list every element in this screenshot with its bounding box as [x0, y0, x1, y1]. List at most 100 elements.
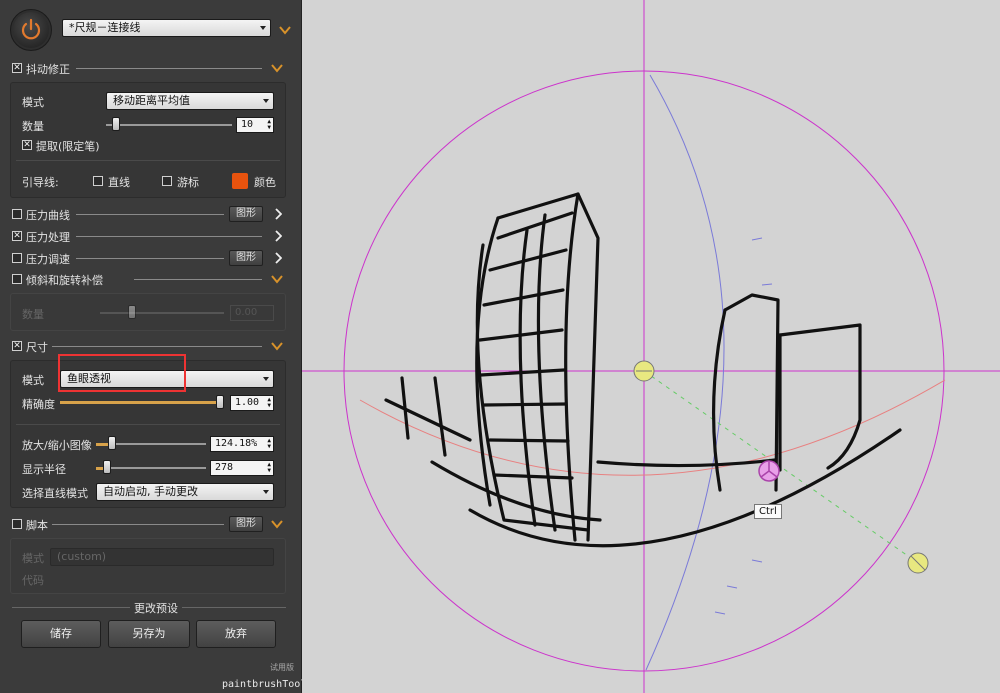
pressure-speed-checkbox[interactable] — [12, 253, 22, 263]
settings-panel: *尺规－连接线 ✕ 抖动修正 模式 移动距离平均值 数量 10 ▲ ▼ ✕ 提取(… — [0, 0, 306, 693]
slider-thumb — [128, 305, 136, 319]
divider — [52, 346, 262, 347]
radius-input[interactable]: 278 ▲ ▼ — [210, 460, 274, 476]
ctrl-tooltip: Ctrl — [754, 504, 782, 519]
chevron-right-icon[interactable] — [274, 230, 282, 242]
pressure-proc-checkbox[interactable]: ✕ — [12, 231, 22, 241]
pressure-curve-title: 压力曲线 — [26, 209, 70, 222]
canvas-drawing — [302, 0, 1000, 693]
stabilizer-mode-value: 移动距离平均值 — [113, 94, 190, 107]
spin-arrows-icon[interactable]: ▲ ▼ — [267, 397, 271, 409]
tilt-amount-slider — [100, 312, 224, 314]
divider — [52, 524, 224, 525]
pressure-speed-title: 压力调速 — [26, 253, 70, 266]
preset-value: *尺规－连接线 — [69, 21, 141, 34]
spin-arrows-icon[interactable]: ▲ ▼ — [267, 119, 271, 131]
chevron-right-icon[interactable] — [274, 208, 282, 220]
divider — [134, 279, 262, 280]
power-button[interactable] — [10, 9, 52, 51]
precision-value: 1.00 — [235, 397, 260, 408]
straight-checkbox[interactable] — [93, 176, 103, 186]
stabilizer-mode-label: 模式 — [22, 96, 44, 109]
collapse-chevron-icon[interactable] — [271, 274, 283, 284]
script-mode-value: (custom) — [57, 550, 107, 563]
tilt-amount-input: 0.00 — [230, 305, 274, 321]
slider-thumb[interactable] — [108, 436, 116, 450]
divider — [76, 68, 262, 69]
cursor-checkbox[interactable] — [162, 176, 172, 186]
precision-label: 精确度 — [22, 398, 55, 411]
radius-slider[interactable] — [106, 467, 206, 469]
tilt-amount-label: 数量 — [22, 308, 44, 321]
divider — [76, 214, 224, 215]
spin-arrows-icon[interactable]: ▲ ▼ — [267, 438, 271, 450]
spin-arrows-icon[interactable]: ▲ ▼ — [267, 462, 271, 474]
pressure-speed-graph-button[interactable]: 图形 — [229, 250, 263, 266]
stabilizer-amount-input[interactable]: 10 ▲ ▼ — [236, 117, 274, 133]
zoom-slider[interactable] — [110, 443, 206, 445]
pressure-curve-graph-button[interactable]: 图形 — [229, 206, 263, 222]
chevron-down-icon — [263, 99, 269, 103]
line-mode-dropdown[interactable]: 自动启动, 手动更改 — [96, 483, 274, 501]
stabilizer-mode-dropdown[interactable]: 移动距离平均值 — [106, 92, 274, 110]
catchup-label: 提取(限定笔) — [36, 140, 100, 153]
straight-label: 直线 — [108, 176, 130, 189]
zoom-label: 放大/缩小图像 — [22, 439, 92, 452]
ruler-mode-label: 模式 — [22, 374, 44, 387]
ruler-title: 尺寸 — [26, 341, 48, 354]
script-checkbox[interactable] — [12, 519, 22, 529]
stabilizer-amount-value: 10 — [241, 119, 254, 130]
power-icon — [21, 18, 41, 40]
tilt-checkbox[interactable] — [12, 274, 22, 284]
divider — [76, 236, 262, 237]
collapse-chevron-icon[interactable] — [279, 25, 291, 35]
tilt-title: 倾斜和旋转补偿 — [26, 274, 103, 287]
script-box — [10, 538, 286, 594]
catchup-checkbox[interactable]: ✕ — [22, 140, 32, 150]
drawing-canvas[interactable]: Ctrl — [302, 0, 1000, 693]
chevron-down-icon — [260, 26, 266, 30]
highlight-box — [58, 354, 186, 392]
save-button[interactable]: 储存 — [21, 620, 101, 648]
precision-input[interactable]: 1.00 ▲ ▼ — [230, 395, 274, 411]
script-graph-button[interactable]: 图形 — [229, 516, 263, 532]
chevron-down-icon — [263, 377, 269, 381]
app-name: paintbrushTool — [222, 679, 307, 690]
save-as-button[interactable]: 另存为 — [108, 620, 190, 648]
slider-thumb[interactable] — [112, 117, 120, 131]
script-code-label: 代码 — [22, 574, 44, 587]
chevron-right-icon[interactable] — [274, 252, 282, 264]
line-mode-label: 选择直线模式 — [22, 487, 88, 500]
stabilizer-title: 抖动修正 — [26, 63, 70, 76]
slider-thumb[interactable] — [216, 395, 224, 409]
guide-label: 引导线: — [22, 176, 59, 189]
color-label: 颜色 — [254, 176, 276, 189]
presets-title: 更改预设 — [130, 600, 182, 616]
collapse-chevron-icon[interactable] — [271, 341, 283, 351]
collapse-chevron-icon[interactable] — [271, 519, 283, 529]
radius-value: 278 — [215, 462, 234, 473]
arc-ticks — [714, 237, 773, 615]
pressure-curve-checkbox[interactable] — [12, 209, 22, 219]
preset-dropdown[interactable]: *尺规－连接线 — [62, 19, 271, 37]
stabilizer-amount-label: 数量 — [22, 120, 44, 133]
radius-label: 显示半径 — [22, 463, 66, 476]
discard-button[interactable]: 放弃 — [196, 620, 276, 648]
precision-slider[interactable] — [60, 401, 220, 404]
chevron-down-icon — [263, 490, 269, 494]
stabilizer-checkbox[interactable]: ✕ — [12, 63, 22, 73]
collapse-chevron-icon[interactable] — [271, 63, 283, 73]
divider — [16, 160, 280, 161]
slider-thumb[interactable] — [103, 460, 111, 474]
color-swatch[interactable] — [232, 173, 248, 189]
script-title: 脚本 — [26, 519, 48, 532]
line-mode-value: 自动启动, 手动更改 — [103, 485, 198, 498]
cursor-label: 游标 — [177, 176, 199, 189]
zoom-input[interactable]: 124.18% ▲ ▼ — [210, 436, 274, 452]
script-mode-label: 模式 — [22, 552, 44, 565]
zoom-value: 124.18% — [215, 438, 258, 449]
script-mode-dropdown: (custom) — [50, 548, 274, 566]
ruler-checkbox[interactable]: ✕ — [12, 341, 22, 351]
divider — [76, 258, 224, 259]
stabilizer-amount-slider[interactable] — [106, 124, 232, 126]
